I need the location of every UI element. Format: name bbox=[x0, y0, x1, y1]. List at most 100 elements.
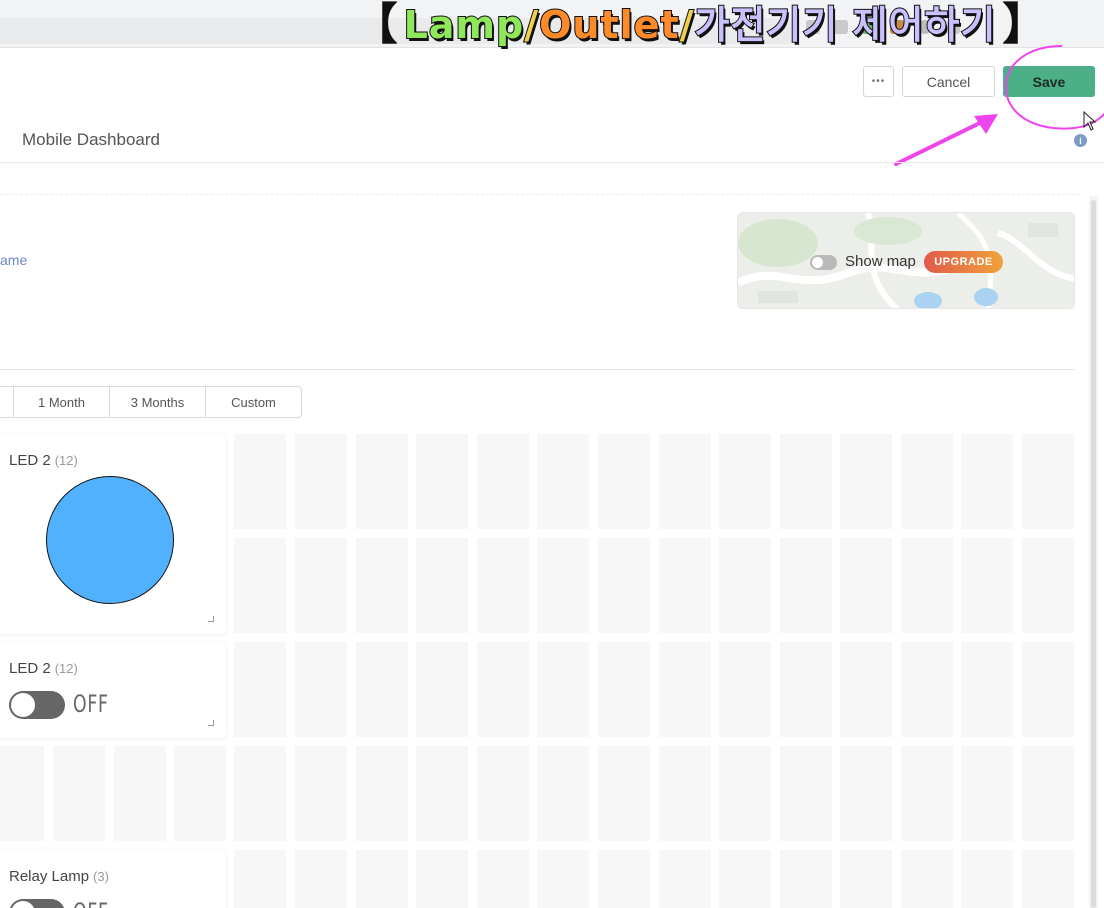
grid-placeholder-cell bbox=[356, 746, 408, 841]
grid-placeholder-cell bbox=[356, 434, 408, 529]
grid-placeholder-cell bbox=[537, 850, 589, 908]
led-switch-toggle[interactable] bbox=[9, 691, 65, 719]
grid-placeholder-cell bbox=[356, 642, 408, 737]
grid-placeholder-cell bbox=[961, 538, 1013, 633]
caption-bracket-close: 】 bbox=[1002, 0, 1047, 50]
grid-placeholder-cell bbox=[719, 642, 771, 737]
grid-placeholder-cell bbox=[295, 642, 347, 737]
grid-placeholder-cell bbox=[295, 538, 347, 633]
scrollbar-thumb[interactable] bbox=[1091, 200, 1096, 908]
grid-placeholder-cell bbox=[901, 746, 953, 841]
grid-placeholder-cell bbox=[598, 850, 650, 908]
relay-switch-toggle[interactable] bbox=[9, 899, 65, 908]
grid-placeholder-cell bbox=[477, 434, 529, 529]
widget-title: LED 2 (12) bbox=[9, 452, 78, 469]
grid-placeholder-cell bbox=[659, 850, 711, 908]
grid-placeholder-cell bbox=[1022, 434, 1074, 529]
grid-placeholder-cell bbox=[840, 538, 892, 633]
grid-placeholder-cell bbox=[234, 434, 286, 529]
grid-placeholder-cell bbox=[234, 746, 286, 841]
caption-bracket-open: 【 bbox=[353, 0, 398, 50]
grid-placeholder-cell bbox=[537, 434, 589, 529]
widget-switch[interactable]: LED 2 (12) OFF bbox=[0, 642, 226, 738]
grid-placeholder-cell bbox=[961, 746, 1013, 841]
device-name-link[interactable]: ame bbox=[0, 252, 27, 268]
show-map-label: Show map bbox=[845, 253, 916, 270]
grid-placeholder-cell bbox=[234, 642, 286, 737]
resize-handle-icon[interactable] bbox=[208, 616, 214, 622]
grid-placeholder-cell bbox=[295, 746, 347, 841]
widget-title: Relay Lamp (3) bbox=[9, 868, 109, 885]
grid-placeholder-cell bbox=[53, 746, 105, 841]
grid-placeholder-cell bbox=[1022, 538, 1074, 633]
grid-placeholder-cell bbox=[416, 538, 468, 633]
grid-placeholder-cell bbox=[961, 434, 1013, 529]
tab-mobile-dashboard[interactable]: Mobile Dashboard bbox=[22, 130, 160, 150]
grid-placeholder-cell bbox=[659, 746, 711, 841]
resize-handle-icon[interactable] bbox=[208, 720, 214, 726]
grid-placeholder-cell bbox=[901, 850, 953, 908]
more-options-button[interactable]: ••• bbox=[863, 66, 894, 97]
grid-placeholder-cell bbox=[416, 850, 468, 908]
divider bbox=[0, 194, 1080, 195]
grid-placeholder-cell bbox=[0, 746, 44, 841]
grid-placeholder-cell bbox=[114, 746, 166, 841]
grid-placeholder-cell bbox=[840, 642, 892, 737]
upgrade-button[interactable]: UPGRADE bbox=[924, 251, 1003, 273]
time-range-selector: 1 Month 3 Months Custom bbox=[0, 386, 302, 418]
grid-placeholder-cell bbox=[719, 746, 771, 841]
grid-placeholder-cell bbox=[537, 642, 589, 737]
range-tab-1-month[interactable]: 1 Month bbox=[13, 387, 109, 417]
range-tab-hidden[interactable] bbox=[0, 387, 13, 417]
grid-placeholder-cell bbox=[961, 642, 1013, 737]
grid-placeholder-cell bbox=[719, 850, 771, 908]
grid-placeholder-cell bbox=[1022, 642, 1074, 737]
grid-placeholder-cell bbox=[295, 850, 347, 908]
grid-placeholder-cell bbox=[780, 434, 832, 529]
grid-placeholder-cell bbox=[295, 434, 347, 529]
grid-placeholder-cell bbox=[840, 434, 892, 529]
grid-placeholder-cell bbox=[537, 538, 589, 633]
grid-placeholder-cell bbox=[659, 434, 711, 529]
grid-placeholder-cell bbox=[416, 642, 468, 737]
widget-count: (12) bbox=[54, 661, 78, 676]
widget-title: LED 2 (12) bbox=[9, 660, 78, 677]
caption-banner: 【 Lamp/Outlet/가전기기 제어하기 】 bbox=[296, 0, 1104, 50]
grid-placeholder-cell bbox=[1022, 746, 1074, 841]
grid-placeholder-cell bbox=[840, 746, 892, 841]
grid-placeholder-cell bbox=[1022, 850, 1074, 908]
grid-placeholder-cell bbox=[356, 850, 408, 908]
grid-placeholder-cell bbox=[659, 642, 711, 737]
grid-placeholder-cell bbox=[598, 642, 650, 737]
grid-placeholder-cell bbox=[598, 746, 650, 841]
dashboard-tabs: Mobile Dashboard bbox=[0, 122, 1104, 163]
range-tab-custom[interactable]: Custom bbox=[205, 387, 301, 417]
grid-placeholder-cell bbox=[598, 434, 650, 529]
widget-relay-lamp[interactable]: Relay Lamp(3) OFF bbox=[0, 850, 226, 908]
widget-led[interactable]: LED 2 (12) bbox=[0, 434, 226, 634]
show-map-toggle[interactable] bbox=[810, 255, 837, 270]
grid-placeholder-cell bbox=[234, 850, 286, 908]
grid-placeholder-cell bbox=[840, 850, 892, 908]
caption-text: Lamp/Outlet/가전기기 제어하기 bbox=[403, 2, 997, 48]
widget-count: (3) bbox=[93, 869, 109, 884]
info-icon[interactable]: i bbox=[1074, 134, 1087, 147]
switch-state-label: OFF bbox=[73, 690, 109, 718]
grid-placeholder-cell bbox=[477, 746, 529, 841]
divider bbox=[0, 369, 1075, 370]
widget-count: (12) bbox=[54, 453, 78, 468]
grid-placeholder-cell bbox=[234, 538, 286, 633]
grid-placeholder-cell bbox=[659, 538, 711, 633]
grid-placeholder-cell bbox=[719, 538, 771, 633]
grid-placeholder-cell bbox=[477, 538, 529, 633]
switch-state-label: OFF bbox=[73, 898, 109, 908]
grid-placeholder-cell bbox=[780, 642, 832, 737]
grid-placeholder-cell bbox=[901, 538, 953, 633]
range-tab-3-months[interactable]: 3 Months bbox=[109, 387, 205, 417]
cancel-button[interactable]: Cancel bbox=[902, 66, 995, 97]
app-root: 【 Lamp/Outlet/가전기기 제어하기 】 ••• Cancel Sav… bbox=[0, 0, 1104, 908]
grid-placeholder-cell bbox=[961, 850, 1013, 908]
map-card: Show map UPGRADE bbox=[737, 212, 1075, 309]
grid-placeholder-cell bbox=[477, 642, 529, 737]
grid-placeholder-cell bbox=[356, 538, 408, 633]
